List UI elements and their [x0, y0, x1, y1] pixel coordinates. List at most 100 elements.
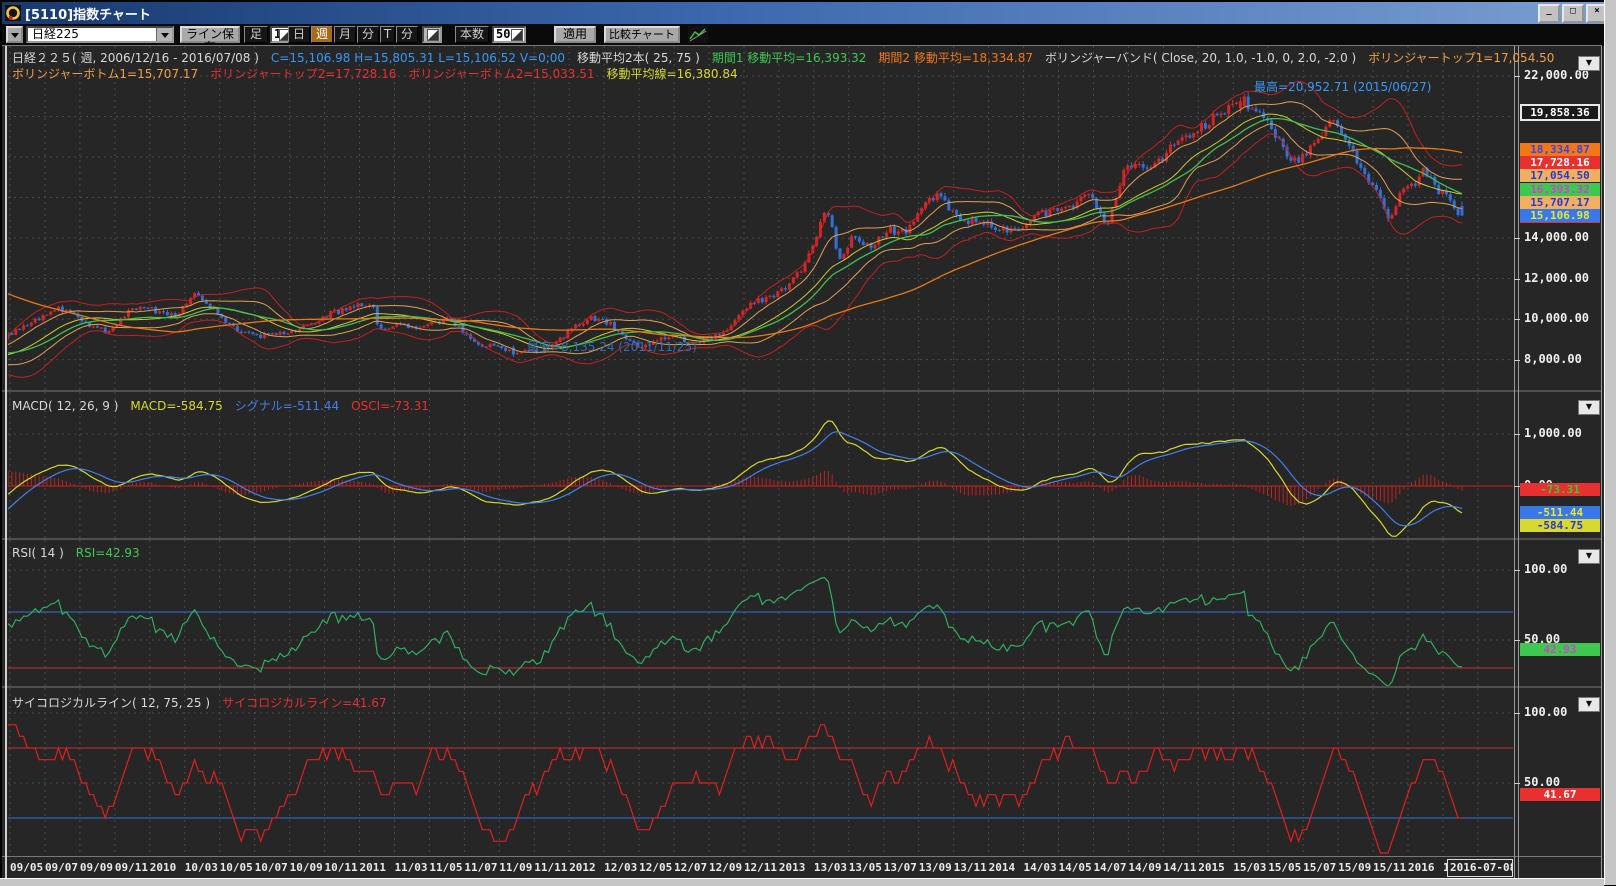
x-axis-label: 12/11: [744, 861, 777, 874]
legend-segment: MACD( 12, 26, 9 ): [12, 399, 118, 413]
price-grid: [8, 46, 1513, 390]
psychological-legend: サイコロジカルライン( 12, 75, 25 ) サイコロジカルライン=41.67: [12, 694, 398, 708]
psy-axis-menu-button[interactable]: ▼: [1578, 697, 1600, 712]
price-axis-tickmark: [1514, 319, 1520, 320]
rsi-line: [8, 578, 1462, 687]
x-axis-label: 10/11: [325, 861, 358, 874]
x-axis-label: 09/09: [80, 861, 113, 874]
x-axis-label: 15/09: [1338, 861, 1371, 874]
price-legend-2: ボリンジャーボトム1=15,707.17ボリンジャートップ2=17,728.16…: [12, 65, 750, 79]
legend-segment: OSCI=-73.31: [351, 399, 429, 413]
price-axis-tickmark: [1514, 360, 1520, 361]
macd-legend: MACD( 12, 26, 9 ) MACD=-584.75 シグナル=-511.4…: [12, 397, 441, 411]
x-axis-label: 11/09: [499, 861, 532, 874]
x-axis-label: 12/09: [709, 861, 742, 874]
macd-value-badge: -511.44: [1520, 506, 1600, 519]
x-axis-label: 15/11: [1373, 861, 1406, 874]
macd-value-badge: -73.31: [1520, 483, 1600, 496]
x-axis-label: 13/03: [814, 861, 847, 874]
x-axis-label: 14/11: [1163, 861, 1196, 874]
window-border-left: [5, 46, 7, 878]
psy-value-badge: 41.67: [1520, 788, 1600, 801]
price-legend-1: 日経２２５( 週, 2006/12/16 - 2016/07/08 )C=15,…: [12, 49, 1566, 63]
x-axis-label: 09/11: [115, 861, 148, 874]
chart-canvas[interactable]: 最高=20,952.71 (2015/06/27) 最安=8,135.24 (20…: [0, 0, 1616, 885]
x-axis-label: 12/07: [674, 861, 707, 874]
x-axis-label: 15/07: [1303, 861, 1336, 874]
legend-segment: サイコロジカルライン=41.67: [222, 696, 386, 710]
x-axis-label: 10/09: [290, 861, 323, 874]
price-axis-tick: 12,000.00: [1524, 271, 1600, 285]
x-axis-label: 13/05: [849, 861, 882, 874]
price-value-badge: 16,393.32: [1520, 183, 1600, 196]
x-axis-label: 2010: [150, 861, 177, 874]
rsi-legend: RSI( 14 )RSI=42.93: [12, 546, 152, 560]
legend-segment: ボリンジャーバンド( Close, 20, 1.0, -1.0, 0, 2.0,…: [1045, 51, 1356, 65]
psy-axis-tick: 50.00: [1524, 775, 1600, 789]
x-axis-label: 11/03: [394, 861, 427, 874]
price-value-badge: 15,106.98: [1520, 209, 1600, 222]
x-axis-label: 2015: [1198, 861, 1225, 874]
x-axis-label: 13/07: [884, 861, 917, 874]
x-axis-label: 13/09: [919, 861, 952, 874]
x-axis-label: 14/03: [1024, 861, 1057, 874]
price-value-badge: 18,334.87: [1520, 143, 1600, 156]
x-axis-label: 11/11: [534, 861, 567, 874]
rsi-value-badge: 42.93: [1520, 643, 1600, 656]
x-axis-label: 14/05: [1059, 861, 1092, 874]
x-axis-end-date-box: 2016-07-08: [1447, 859, 1513, 877]
rsi-grid: [8, 540, 1513, 686]
chart-annotation: 最高=20,952.71 (2015/06/27): [1254, 79, 1431, 94]
rsi-axis-menu-button[interactable]: ▼: [1578, 549, 1600, 564]
x-axis-label: 14/09: [1128, 861, 1161, 874]
legend-segment: MACD=-584.75: [130, 399, 222, 413]
price-axis-tick: 14,000.00: [1524, 230, 1600, 244]
price-axis-tickmark: [1514, 279, 1520, 280]
x-axis-label: 13/11: [954, 861, 987, 874]
bollinger-top2-line: [8, 81, 1462, 343]
legend-segment: サイコロジカルライン( 12, 75, 25 ): [12, 696, 210, 710]
macd-value-badge: -584.75: [1520, 519, 1600, 532]
legend-segment: ボリンジャーボトム2=15,033.51: [408, 67, 594, 81]
legend-segment: RSI=42.93: [76, 546, 140, 560]
legend-segment: ボリンジャートップ2=17,728.16: [210, 67, 396, 81]
price-value-badge: 17,728.16: [1520, 156, 1600, 169]
candle-wicks-down: [12, 92, 1462, 357]
x-axis-label: 09/05: [10, 861, 43, 874]
macd-axis-tickmark: [1514, 434, 1520, 435]
window-border-right: [1604, 0, 1616, 885]
macd-axis-tick: 1,000.00: [1524, 426, 1600, 440]
psy-axis-tickmark: [1514, 713, 1520, 714]
price-axis-tickmark: [1514, 238, 1520, 239]
x-axis-label: 2014: [989, 861, 1016, 874]
psy-axis-tickmark: [1514, 783, 1520, 784]
bollinger-bottom1-line: [8, 124, 1462, 365]
price-axis-menu-button[interactable]: ▼: [1578, 56, 1600, 71]
price-axis-tick: 10,000.00: [1524, 311, 1600, 325]
price-axis-tickmark: [1514, 76, 1520, 77]
x-axis-label: 12/03: [604, 861, 637, 874]
rsi-axis-tickmark: [1514, 640, 1520, 641]
x-axis-label: 15/03: [1233, 861, 1266, 874]
macd-axis-menu-button[interactable]: ▼: [1578, 400, 1600, 415]
x-axis-label: 11/05: [429, 861, 462, 874]
x-axis-label: 10/05: [220, 861, 253, 874]
price-value-badge: 15,707.17: [1520, 196, 1600, 209]
legend-segment: C=15,106.98 H=15,805.31 L=15,106.52 V=0;…: [271, 51, 565, 65]
legend-segment: ボリンジャートップ1=17,054.50: [1368, 51, 1554, 65]
x-axis-label: 10/03: [185, 861, 218, 874]
legend-segment: 移動平均線=16,380.84: [607, 67, 738, 81]
price-high-marker: 19,858.36: [1520, 104, 1600, 121]
x-axis-label: 10/07: [255, 861, 288, 874]
rsi-axis-tick: 100.00: [1524, 562, 1600, 576]
price-axis-tick: 8,000.00: [1524, 352, 1600, 366]
x-axis-label: 2013: [779, 861, 806, 874]
macd-grid: [8, 392, 1513, 538]
x-axis-label: 2012: [569, 861, 596, 874]
chart-annotation: 最安=8,135.24 (2011/11/25): [527, 339, 697, 354]
legend-segment: シグナル=-511.44: [235, 399, 339, 413]
x-axis-label: 2016: [1408, 861, 1435, 874]
legend-segment: 期間2 移動平均=18,334.87: [878, 51, 1033, 65]
x-axis-label: 14/07: [1093, 861, 1126, 874]
legend-segment: 期間1 移動平均=16,393.32: [712, 51, 867, 65]
